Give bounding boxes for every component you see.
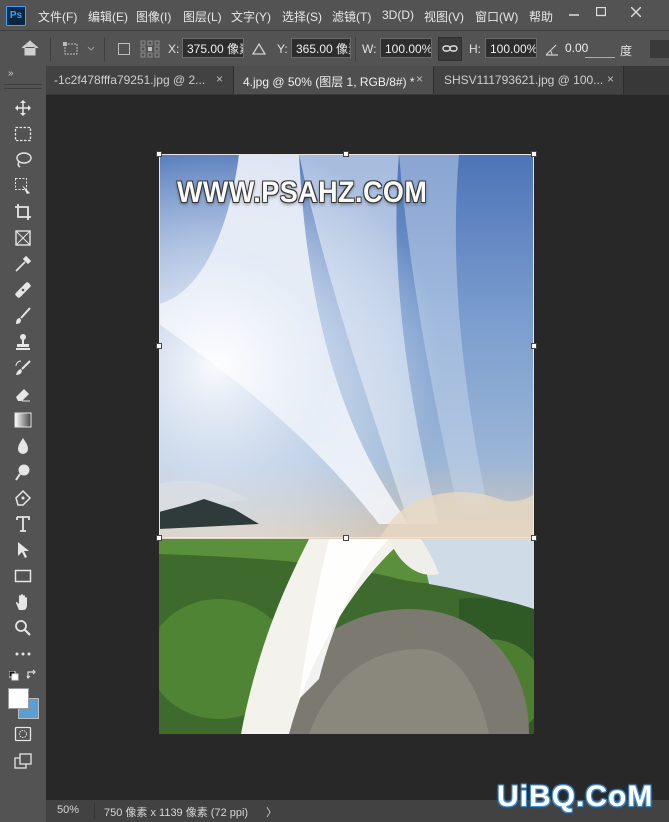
y-label: Y: [277, 42, 288, 56]
separator [104, 37, 105, 61]
separator [355, 37, 356, 61]
menu-help[interactable]: 帮助 [529, 8, 553, 25]
default-colors-icon[interactable] [8, 670, 19, 684]
separator [50, 37, 51, 61]
menu-layer[interactable]: 图层(L) [183, 8, 222, 25]
angle-unit: 度 [620, 44, 633, 58]
link-icon[interactable] [438, 37, 462, 61]
foreground-color-swatch[interactable] [8, 688, 29, 709]
rectangle-icon[interactable] [8, 564, 38, 588]
transform-handle-right[interactable] [531, 343, 537, 349]
tab-document-2[interactable]: 4.jpg @ 50% (图层 1, RGB/8#) * × [234, 66, 434, 94]
h-label: H: [469, 42, 481, 56]
maximize-icon[interactable] [591, 4, 611, 22]
swap-colors-icon[interactable] [26, 669, 38, 684]
transform-handle-top[interactable] [343, 151, 349, 157]
transform-handle-left[interactable] [156, 343, 162, 349]
panel-grip[interactable] [4, 84, 42, 89]
close-tab-icon[interactable]: × [216, 72, 223, 86]
menu-select[interactable]: 选择(S) [282, 8, 322, 25]
canvas-area[interactable]: WWW.PSAHZ.COM [46, 95, 669, 800]
close-tab-icon[interactable]: × [416, 72, 423, 86]
zoom-icon[interactable] [8, 616, 38, 640]
type-icon[interactable] [8, 512, 38, 536]
app-logo[interactable]: Ps [6, 6, 26, 26]
eraser-icon[interactable] [8, 382, 38, 406]
close-tab-icon[interactable]: × [607, 72, 614, 86]
transform-handle-bottom-left[interactable] [156, 535, 162, 541]
quick-mask-icon[interactable] [8, 722, 38, 746]
image-watermark-text: WWW.PSAHZ.COM [177, 176, 428, 209]
brush-icon[interactable] [8, 304, 38, 328]
transform-preset-icon[interactable] [62, 41, 96, 60]
tab-label: SHSV111793621.jpg @ 100... [444, 73, 604, 87]
skew-input[interactable] [650, 40, 669, 58]
tab-label: -1c2f478fffa79251.jpg @ 2... [54, 73, 206, 87]
history-brush-icon[interactable] [8, 356, 38, 380]
menu-type[interactable]: 文字(Y) [231, 8, 271, 25]
angle-underline [585, 57, 615, 58]
more-tools-icon[interactable] [8, 642, 38, 666]
gradient-icon[interactable] [8, 408, 38, 432]
menu-view[interactable]: 视图(V) [424, 8, 464, 25]
transform-handle-top-right[interactable] [531, 151, 537, 157]
dodge-icon[interactable] [8, 460, 38, 484]
reference-point-grid-icon[interactable] [140, 40, 160, 61]
delta-icon[interactable] [251, 42, 267, 59]
height-input[interactable]: 100.00% [485, 38, 537, 58]
healing-brush-icon[interactable] [8, 278, 38, 302]
minimize-icon[interactable] [564, 4, 584, 22]
close-window-icon[interactable] [626, 4, 646, 22]
transform-handle-top-left[interactable] [156, 151, 162, 157]
marquee-icon[interactable] [8, 122, 38, 146]
rotate-angle-input[interactable]: 0.00 [561, 38, 613, 58]
menu-file[interactable]: 文件(F) [38, 8, 77, 25]
lasso-icon[interactable] [8, 148, 38, 172]
pen-icon[interactable] [8, 486, 38, 510]
crop-icon[interactable] [8, 200, 38, 224]
site-watermark: UiBQ.CoM [497, 780, 654, 813]
collapse-panel-icon[interactable]: » [8, 68, 14, 79]
transform-handle-bottom-right[interactable] [531, 535, 537, 541]
hand-icon[interactable] [8, 590, 38, 614]
zoom-level[interactable]: 50% [57, 804, 79, 816]
menu-image[interactable]: 图像(I) [136, 8, 171, 25]
document-info: 750 像素 x 1139 像素 (72 ppi) [104, 807, 249, 819]
peacock-layer-image[interactable] [159, 539, 534, 734]
transform-handle-bottom[interactable] [343, 535, 349, 541]
sky-layer-image[interactable] [159, 154, 534, 539]
tab-document-3[interactable]: SHSV111793621.jpg @ 100... × [434, 66, 624, 94]
blur-icon[interactable] [8, 434, 38, 458]
tools-panel: » [0, 66, 47, 822]
width-input[interactable]: 100.00% [380, 38, 432, 58]
eyedropper-icon[interactable] [8, 252, 38, 276]
menu-filter[interactable]: 滤镜(T) [332, 8, 371, 25]
quick-select-icon[interactable] [8, 174, 38, 198]
clone-stamp-icon[interactable] [8, 330, 38, 354]
menu-3d[interactable]: 3D(D) [382, 8, 414, 22]
menu-edit[interactable]: 编辑(E) [88, 8, 128, 25]
menu-bar: Ps 文件(F) 编辑(E) 图像(I) 图层(L) 文字(Y) 选择(S) 滤… [0, 0, 669, 30]
screen-mode-icon[interactable] [8, 749, 38, 773]
x-label: X: [168, 42, 180, 56]
x-position-input[interactable]: 375.00 像素 [182, 38, 244, 58]
tab-label: 4.jpg @ 50% (图层 1, RGB/8#) * [243, 75, 415, 89]
frame-icon[interactable] [8, 226, 38, 250]
path-select-icon[interactable] [8, 538, 38, 562]
separator [94, 803, 95, 819]
tab-bar: -1c2f478fffa79251.jpg @ 2... × 4.jpg @ 5… [46, 66, 669, 95]
menu-window[interactable]: 窗口(W) [475, 8, 518, 25]
reference-point-checkbox[interactable] [118, 43, 130, 55]
tab-document-1[interactable]: -1c2f478fffa79251.jpg @ 2... × [46, 66, 234, 94]
y-position-input[interactable]: 365.00 像素 [291, 38, 351, 58]
w-label: W: [362, 42, 377, 56]
angle-icon [545, 42, 559, 59]
options-bar: X: 375.00 像素 Y: 365.00 像素 W: 100.00% H: … [0, 30, 669, 67]
document-canvas[interactable]: WWW.PSAHZ.COM [159, 154, 534, 734]
status-menu-arrow[interactable]: 〉 [266, 804, 277, 820]
home-icon[interactable] [20, 40, 40, 59]
move-icon[interactable] [8, 96, 38, 120]
